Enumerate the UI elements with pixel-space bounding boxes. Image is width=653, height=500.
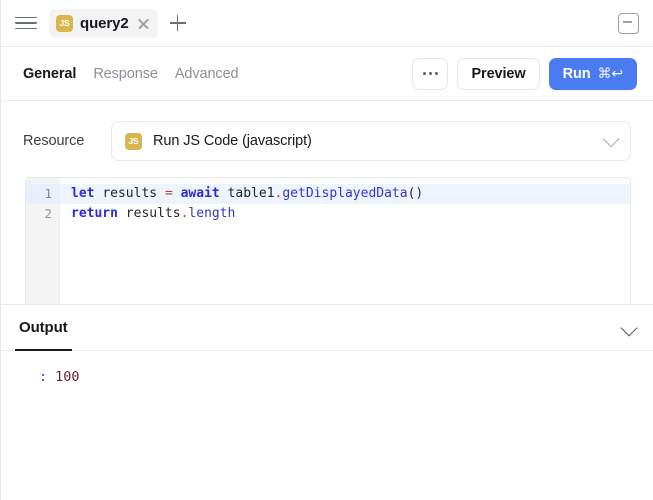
run-button[interactable]: Run ⌘↩ [548, 57, 637, 90]
code-editor[interactable]: 1 2 let results = await table1.getDispla… [25, 177, 631, 304]
code-line[interactable]: let results = await table1.getDisplayedD… [60, 184, 630, 204]
query-toolbar: General Response Advanced Preview Run ⌘↩ [1, 47, 653, 101]
tab-advanced[interactable]: Advanced [175, 66, 239, 82]
run-shortcut-hint: ⌘↩ [597, 65, 623, 81]
query-editor-panel: JS query2 General Response Advanced Prev… [0, 0, 653, 500]
resource-select[interactable]: JS Run JS Code (javascript) [111, 121, 631, 161]
js-badge-icon: JS [56, 14, 73, 32]
tab-response[interactable]: Response [93, 66, 158, 82]
tab-bar: JS query2 [1, 0, 653, 47]
code-token: = [164, 186, 173, 201]
code-token: results [125, 206, 181, 221]
ellipsis-dot [422, 71, 426, 76]
hamburger-line [15, 16, 37, 19]
resource-row: Resource JS Run JS Code (javascript) [1, 101, 653, 161]
plus-icon[interactable] [166, 11, 190, 35]
tab-general[interactable]: General [23, 66, 76, 82]
line-number: 2 [44, 206, 52, 221]
tab-query2[interactable]: JS query2 [49, 8, 158, 38]
chevron-down-icon[interactable] [620, 319, 638, 336]
more-options-button[interactable] [412, 57, 449, 90]
chevron-down-icon [602, 130, 620, 148]
code-token: results [102, 186, 158, 201]
ellipsis-dot [428, 71, 433, 76]
code-token: () [407, 186, 424, 201]
section-tabs: General Response Advanced [23, 66, 239, 82]
hamburger-icon[interactable] [15, 12, 37, 34]
code-token: await [180, 186, 220, 201]
code-token: let [71, 186, 95, 201]
close-icon[interactable] [136, 16, 151, 31]
code-line[interactable]: return results.length [60, 204, 630, 224]
line-number: 1 [26, 184, 59, 204]
code-token: getDisplayedData [282, 186, 408, 201]
code-token: length [188, 206, 236, 221]
code-token: return [71, 206, 118, 221]
tab-label: query2 [80, 14, 129, 32]
js-badge-icon: JS [125, 132, 142, 150]
minimize-icon[interactable] [618, 12, 639, 34]
hamburger-line [15, 27, 37, 30]
resource-select-value: Run JS Code (javascript) [153, 133, 312, 149]
output-panel: Output : 100 [1, 304, 653, 500]
tab-output[interactable]: Output [15, 305, 72, 351]
ellipsis-icon [422, 71, 439, 76]
editor-gutter: 1 2 [26, 178, 60, 304]
resource-label: Resource [23, 133, 85, 149]
output-body: : 100 [1, 351, 653, 500]
output-value: 100 [55, 369, 80, 385]
editor-content[interactable]: let results = await table1.getDisplayedD… [60, 178, 630, 304]
output-header: Output [1, 305, 653, 351]
run-button-label: Run [562, 65, 591, 82]
ellipsis-dot [435, 71, 439, 76]
output-row: : 100 [39, 369, 653, 385]
preview-button[interactable]: Preview [457, 57, 540, 90]
output-key: : [39, 369, 48, 385]
code-token: table1 [227, 186, 275, 201]
hamburger-line [15, 22, 37, 24]
